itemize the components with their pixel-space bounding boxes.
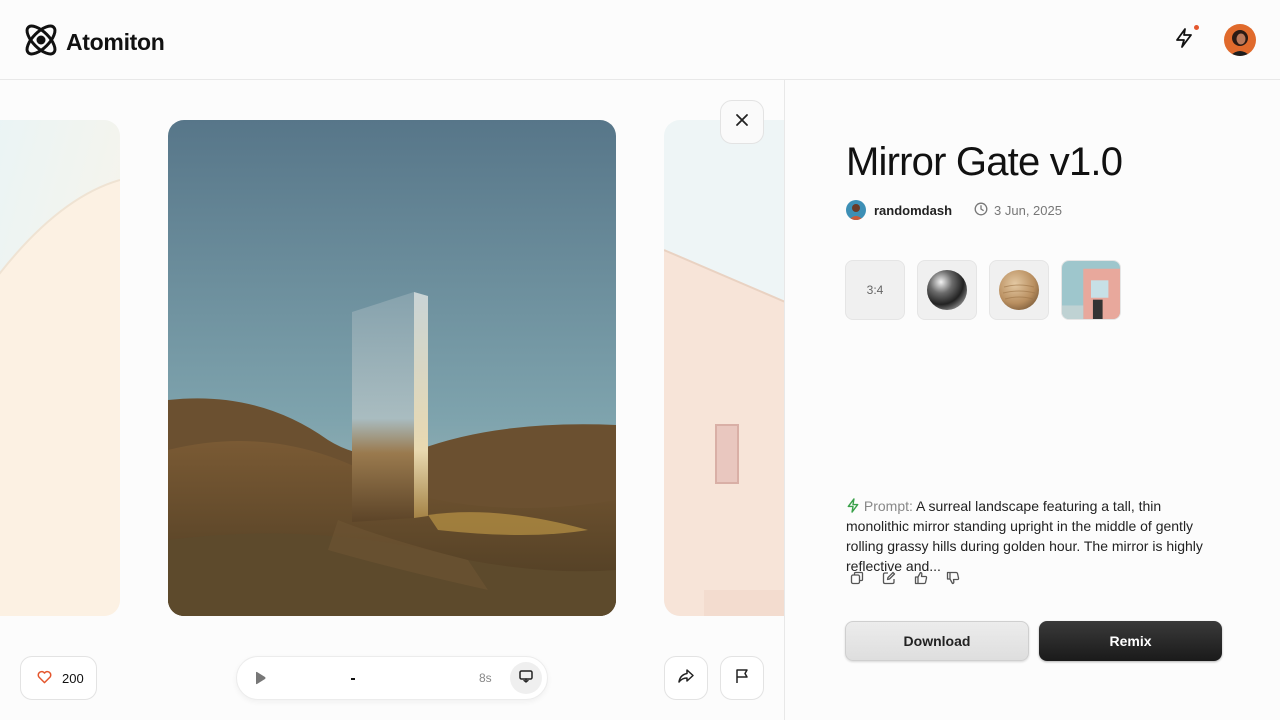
remix-button[interactable]: Remix bbox=[1039, 621, 1222, 661]
page-title: Mirror Gate v1.0 bbox=[846, 140, 1123, 184]
playback-position[interactable] bbox=[351, 678, 355, 680]
loop-button[interactable] bbox=[510, 662, 542, 694]
atom-logo-icon bbox=[20, 19, 62, 66]
duration-label: 8s bbox=[479, 671, 492, 685]
like-count: 200 bbox=[62, 670, 84, 686]
report-button[interactable] bbox=[720, 656, 764, 700]
next-image[interactable] bbox=[664, 120, 784, 616]
download-button[interactable]: Download bbox=[845, 621, 1029, 661]
clock-icon bbox=[974, 202, 988, 219]
aspect-ratio-label: 3:4 bbox=[866, 283, 884, 297]
heart-icon bbox=[37, 670, 52, 687]
prompt-actions bbox=[849, 570, 961, 586]
sand-material-chip[interactable] bbox=[989, 260, 1049, 320]
style-reference-chip[interactable] bbox=[1061, 260, 1121, 320]
notification-dot bbox=[1194, 25, 1199, 30]
author-avatar[interactable] bbox=[846, 200, 866, 220]
user-avatar[interactable] bbox=[1224, 24, 1256, 56]
aspect-ratio-chip[interactable]: 3:4 bbox=[845, 260, 905, 320]
top-bar: Atomiton bbox=[0, 0, 1280, 80]
publish-date: 3 Jun, 2025 bbox=[994, 202, 1062, 218]
meta-row: randomdash 3 Jun, 2025 bbox=[846, 200, 1062, 220]
main-image[interactable] bbox=[168, 120, 616, 616]
bolt-icon bbox=[1174, 27, 1194, 54]
close-icon bbox=[735, 113, 749, 132]
copy-icon[interactable] bbox=[849, 570, 865, 586]
logo[interactable]: Atomiton bbox=[20, 19, 165, 66]
author-name[interactable]: randomdash bbox=[874, 203, 952, 218]
logo-text: Atomiton bbox=[66, 29, 165, 55]
play-icon[interactable] bbox=[253, 671, 267, 690]
prompt-text-block: Prompt: A surreal landscape featuring a … bbox=[846, 496, 1226, 576]
video-player-controls: 8s bbox=[236, 656, 548, 700]
prompt-icon bbox=[846, 498, 864, 514]
loop-icon bbox=[518, 668, 534, 689]
thumbs-down-icon[interactable] bbox=[945, 570, 961, 586]
share-icon bbox=[677, 668, 695, 689]
like-button[interactable]: 200 bbox=[20, 656, 97, 700]
settings-chips: 3:4 bbox=[845, 260, 1121, 320]
detail-panel: Mirror Gate v1.0 randomdash 3 Jun, 2025 … bbox=[784, 80, 1280, 720]
share-button[interactable] bbox=[664, 656, 708, 700]
prompt-label: Prompt: bbox=[863, 498, 913, 514]
edit-icon[interactable] bbox=[881, 570, 897, 586]
close-button[interactable] bbox=[720, 100, 764, 144]
media-viewer: 200 8s bbox=[0, 80, 784, 720]
credits-button[interactable] bbox=[1170, 26, 1198, 54]
flag-icon bbox=[735, 668, 749, 689]
chrome-material-chip[interactable] bbox=[917, 260, 977, 320]
previous-image[interactable] bbox=[0, 120, 120, 616]
thumbs-up-icon[interactable] bbox=[913, 570, 929, 586]
